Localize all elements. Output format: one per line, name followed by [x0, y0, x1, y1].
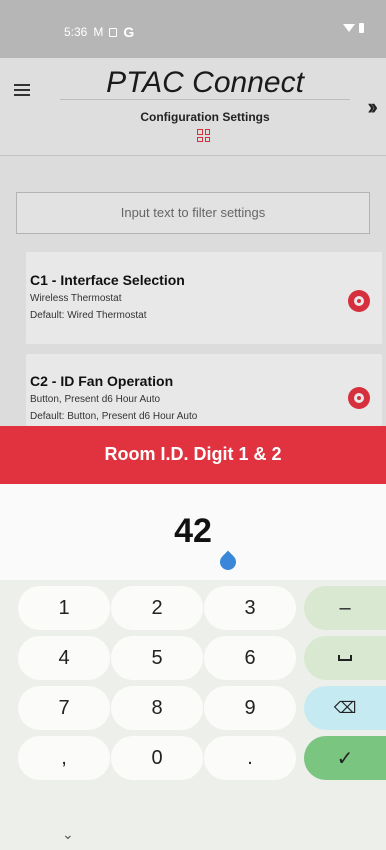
key-8[interactable]: 8 — [111, 686, 203, 730]
gear-icon[interactable] — [348, 290, 370, 312]
mail-icon: M — [93, 25, 104, 39]
done-button[interactable]: ✓ — [304, 736, 386, 780]
status-bar: 5:36 M G — [0, 0, 386, 58]
key-6[interactable]: 6 — [204, 636, 296, 680]
key-1[interactable]: 1 — [18, 586, 110, 630]
gear-icon[interactable] — [348, 387, 370, 409]
value-input-area[interactable]: 42 — [0, 484, 386, 580]
setting-card-c1[interactable]: C1 - Interface Selection Wireless Thermo… — [26, 252, 382, 344]
double-chevron-right-icon[interactable]: ›› — [367, 94, 377, 120]
notification-icon — [109, 27, 118, 37]
status-right — [343, 23, 364, 33]
title-divider — [60, 99, 350, 100]
key-0[interactable]: 0 — [111, 736, 203, 780]
battery-icon — [359, 23, 364, 33]
value-input[interactable]: 42 — [0, 512, 386, 551]
filter-placeholder: Input text to filter settings — [120, 205, 266, 220]
setting-default: Default: Wired Thermostat — [30, 310, 147, 321]
key-minus[interactable]: – — [304, 586, 386, 630]
hamburger-menu-icon[interactable] — [14, 84, 30, 99]
key-7[interactable]: 7 — [18, 686, 110, 730]
key-2[interactable]: 2 — [111, 586, 203, 630]
backspace-icon: ⌫ — [333, 700, 357, 717]
wifi-icon — [343, 24, 355, 32]
app-title: PTAC Connect — [106, 66, 304, 99]
key-5[interactable]: 5 — [111, 636, 203, 680]
space-icon — [338, 655, 352, 661]
numeric-keyboard: 1 2 3 – 4 5 6 7 8 9 ⌫ , 0 . ✓ ⌄ — [0, 580, 386, 850]
key-period[interactable]: . — [204, 736, 296, 780]
key-comma[interactable]: , — [18, 736, 110, 780]
setting-title: C1 - Interface Selection — [30, 272, 185, 288]
grid-icon — [197, 129, 210, 142]
chevron-down-icon[interactable]: ⌄ — [62, 826, 74, 843]
google-icon: G — [123, 24, 135, 40]
setting-title: C2 - ID Fan Operation — [30, 373, 174, 389]
setting-value: Button, Present d6 Hour Auto — [30, 394, 161, 405]
backspace-button[interactable]: ⌫ — [304, 686, 386, 730]
status-left: 5:36 M G — [64, 24, 134, 40]
key-3[interactable]: 3 — [204, 586, 296, 630]
app-header: PTAC Connect Configuration Settings ›› — [0, 58, 386, 156]
key-space[interactable] — [304, 636, 386, 680]
setting-value: Wireless Thermostat — [30, 293, 122, 304]
text-cursor-handle[interactable] — [216, 550, 240, 574]
status-time: 5:36 — [64, 25, 88, 39]
dialog-title: Room I.D. Digit 1 & 2 — [0, 426, 386, 484]
key-9[interactable]: 9 — [204, 686, 296, 730]
filter-settings-input[interactable]: Input text to filter settings — [16, 192, 370, 234]
setting-default: Default: Button, Present d6 Hour Auto — [30, 411, 198, 422]
checkmark-icon: ✓ — [336, 747, 354, 770]
key-4[interactable]: 4 — [18, 636, 110, 680]
page-title: Configuration Settings — [140, 110, 270, 124]
setting-card-c2[interactable]: C2 - ID Fan Operation Button, Present d6… — [26, 354, 382, 426]
